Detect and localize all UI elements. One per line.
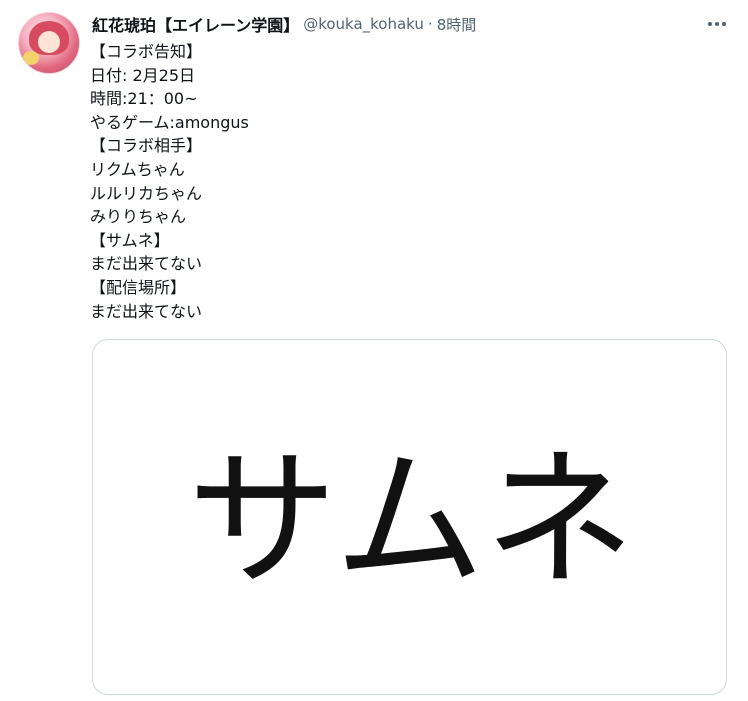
more-dot: [722, 22, 726, 26]
tweet[interactable]: 紅花琥珀【エイレーン学園】 @kouka_kohaku · 8時間 【コラボ告知…: [0, 0, 748, 701]
tweet-header: 紅花琥珀【エイレーン学園】 @kouka_kohaku · 8時間: [92, 12, 476, 36]
tweet-text-line: やるゲーム:amongus: [90, 112, 249, 132]
tweet-text-line: まだ出来てない: [90, 254, 203, 274]
more-dot: [708, 22, 712, 26]
display-name[interactable]: 紅花琥珀【エイレーン学園】: [92, 12, 299, 36]
tweet-text-line: リクムちゃん: [90, 159, 185, 179]
more-dot: [715, 22, 719, 26]
tweet-text-line: 日付: 2月25日: [90, 65, 196, 85]
more-horizontal-icon[interactable]: [704, 12, 730, 36]
tweet-text-line: ルルリカちゃん: [90, 183, 203, 203]
user-handle[interactable]: @kouka_kohaku: [303, 15, 424, 33]
media-card[interactable]: サムネ: [92, 339, 727, 695]
thumbnail-image: サムネ: [187, 434, 634, 608]
tweet-text-line: 【コラボ告知】: [90, 42, 203, 61]
thumbnail-text: サムネ: [187, 434, 634, 608]
tweet-text-line: 時間:21：00~: [90, 89, 198, 109]
tweet-text-line: 【サムネ】: [90, 230, 170, 250]
avatar[interactable]: [18, 12, 80, 74]
tweet-text-line: 【配信場所】: [90, 277, 187, 297]
tweet-text-line: 【コラボ相手】: [90, 136, 203, 156]
separator-dot: ·: [427, 15, 433, 33]
tweet-timestamp[interactable]: 8時間: [437, 14, 477, 35]
tweet-text-line: まだ出来てない: [90, 301, 203, 321]
tweet-text-line: みりりちゃん: [90, 207, 187, 227]
avatar-face: [38, 31, 60, 53]
tweet-text: 【コラボ告知】 日付: 2月25日 時間:21：00~ やるゲーム:amongu…: [90, 40, 710, 323]
avatar-accent: [23, 51, 39, 65]
